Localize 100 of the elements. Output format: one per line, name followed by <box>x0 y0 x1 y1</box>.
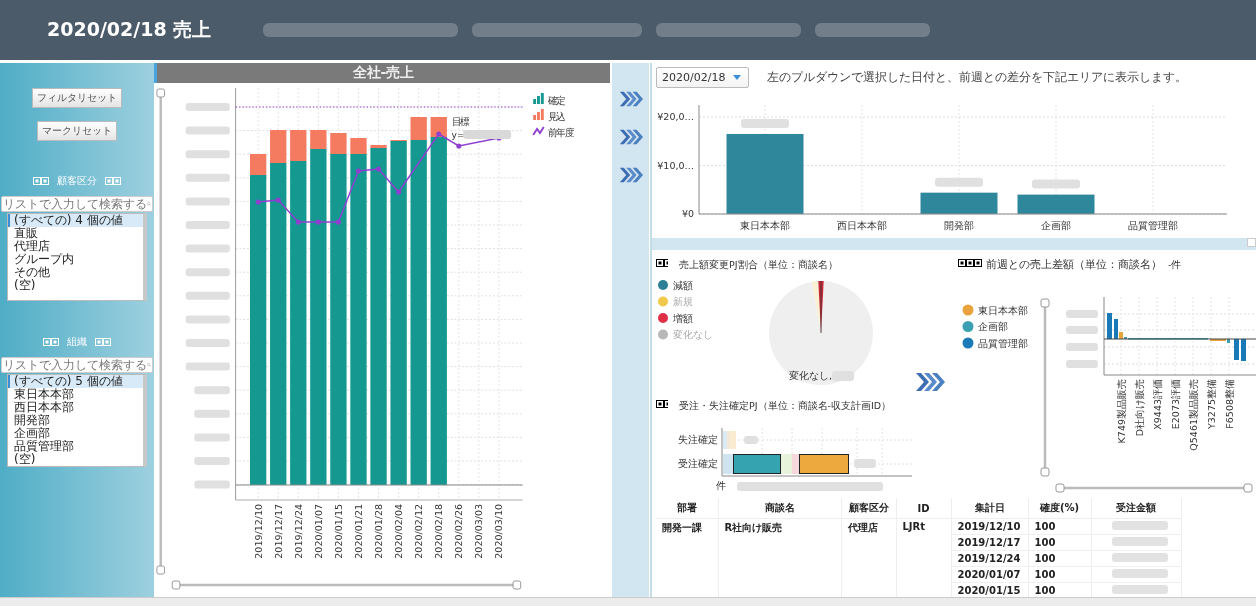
blurred-value <box>185 126 230 135</box>
list-item[interactable]: 代理店 <box>8 240 143 253</box>
axis-label: E2073評価 <box>1169 379 1181 430</box>
blurred-value <box>194 409 230 418</box>
list-item[interactable]: グループ内 <box>8 253 143 266</box>
list-item[interactable]: 開発部 <box>8 414 143 427</box>
list-item[interactable]: (空) <box>8 453 143 466</box>
table-cell: R社向け販売 <box>724 522 783 533</box>
squares-icon <box>656 259 668 267</box>
squares-icon <box>105 177 121 185</box>
chart-title: 全社-売上 <box>154 63 610 83</box>
blurred-value <box>1066 310 1098 318</box>
list-item[interactable]: 品質管理部 <box>8 440 143 453</box>
blurred-value <box>832 371 854 381</box>
axis-label: Y3275整備 <box>1205 379 1217 429</box>
caret-icon <box>733 74 741 80</box>
list-item[interactable]: (すべての) 5 個の値 <box>8 375 143 388</box>
legend-label: 企画部 <box>978 321 1008 332</box>
blurred-value <box>185 244 230 253</box>
table-cell: 100 <box>1034 553 1056 564</box>
axis-label: 西日本本部 <box>837 220 887 231</box>
blurred-value <box>1111 521 1168 530</box>
table-cell: 2020/01/07 <box>957 569 1021 580</box>
legend-label: 前年度 <box>547 126 575 139</box>
squares-icon <box>33 177 49 185</box>
pie-label: 変化なし, <box>789 370 833 381</box>
scroll-bar[interactable] <box>156 88 166 575</box>
filter-title: 顧客区分 <box>57 174 97 188</box>
legend-label: 新規 <box>673 296 693 307</box>
axis-label: 2020/02/18 <box>433 504 445 559</box>
legend-label: 品質管理部 <box>978 337 1028 349</box>
blurred-value <box>1111 553 1168 562</box>
column-header: 集計日 <box>951 498 1028 519</box>
search-icon <box>147 361 151 369</box>
stacked-bar <box>723 431 736 449</box>
table-cell: 代理店 <box>847 522 878 533</box>
column-header: 確度(%) <box>1028 498 1091 519</box>
table-cell: 2020/01/15 <box>957 585 1021 596</box>
legend-label: 確定 <box>547 94 566 107</box>
axis-label: 2019/12/24 <box>292 504 304 559</box>
axis-label: 企画部 <box>1041 220 1071 231</box>
chevrons-icon <box>618 127 643 147</box>
axis-label: 2020/01/21 <box>353 504 364 559</box>
column-header: ID <box>896 498 951 519</box>
list-item[interactable]: 直販 <box>8 227 143 240</box>
table-cell: 開発一課 <box>662 522 702 533</box>
axis-label: 2019/12/10 <box>252 504 264 559</box>
scroll-bar[interactable] <box>1055 483 1253 493</box>
table-cell: 100 <box>1034 521 1056 532</box>
axis-label: F6508整備 <box>1223 379 1235 429</box>
table-cell: 100 <box>1034 569 1056 580</box>
table-cell: 2019/12/17 <box>957 537 1021 548</box>
section-title: 受注・失注確定PJ（単位：商談名-収支計画ID） <box>679 400 892 411</box>
list-item[interactable]: (空) <box>8 279 143 292</box>
blurred-value <box>185 362 230 371</box>
collapse-button[interactable] <box>1247 238 1256 247</box>
blurred-value <box>185 339 230 347</box>
legend-label: 見込 <box>547 110 566 123</box>
blurred-value <box>185 150 230 159</box>
legend-label: 東日本本部 <box>978 304 1028 316</box>
target-label: 目標 <box>451 115 470 128</box>
list-item[interactable]: 西日本本部 <box>8 401 143 414</box>
blurred-value <box>185 103 230 111</box>
blurred-value <box>185 291 230 300</box>
list-item[interactable]: (すべての) 4 個の値 <box>8 214 143 227</box>
scroll-bar[interactable] <box>171 580 522 590</box>
axis-label: X9443評価 <box>1151 379 1163 430</box>
date-dropdown[interactable]: 2020/02/18 <box>656 66 749 88</box>
scroll-bar[interactable] <box>1040 298 1050 477</box>
squares-icon <box>43 338 59 346</box>
column-header: 部署 <box>656 498 718 519</box>
column-header: 顧客区分 <box>841 498 896 519</box>
chevrons-icon <box>618 89 643 109</box>
list-item[interactable]: 企画部 <box>8 427 143 440</box>
section-title: 前週との売上差額（単位：商談名） <box>986 258 1162 270</box>
table-cell: 2019/12/24 <box>957 553 1021 564</box>
blurred-value <box>185 221 230 229</box>
chevrons-icon <box>618 165 643 185</box>
table-cell: 100 <box>1034 585 1056 596</box>
squares-icon <box>656 400 668 408</box>
search-field[interactable]: リストで入力して検索する <box>1 357 153 373</box>
axis-label: ¥20,0… <box>657 111 694 122</box>
table-cell: LJRt <box>902 521 926 532</box>
blurred-value <box>194 457 230 465</box>
list-item[interactable]: その他 <box>8 266 143 279</box>
search-icon <box>147 200 151 208</box>
blurred-value <box>1111 569 1168 578</box>
axis-label: 開発部 <box>944 220 974 231</box>
blurred-value <box>185 197 230 206</box>
reset-button[interactable]: マークリセット <box>37 121 117 141</box>
axis-label: 2020/02/12 <box>413 504 424 559</box>
legend-label: 増額 <box>673 312 693 324</box>
section-title: 売上額変更PJ割合（単位：商談名） <box>679 259 838 270</box>
table-cell: 100 <box>1034 537 1056 548</box>
axis-label: 2020/02/04 <box>393 504 404 559</box>
reset-button[interactable]: フィルタリセット <box>32 88 122 108</box>
list-item[interactable]: 東日本本部 <box>8 388 143 401</box>
axis-label: 2020/03/03 <box>473 504 485 559</box>
search-field[interactable]: リストで入力して検索する <box>1 196 153 212</box>
axis-label: 2020/02/26 <box>453 504 465 559</box>
